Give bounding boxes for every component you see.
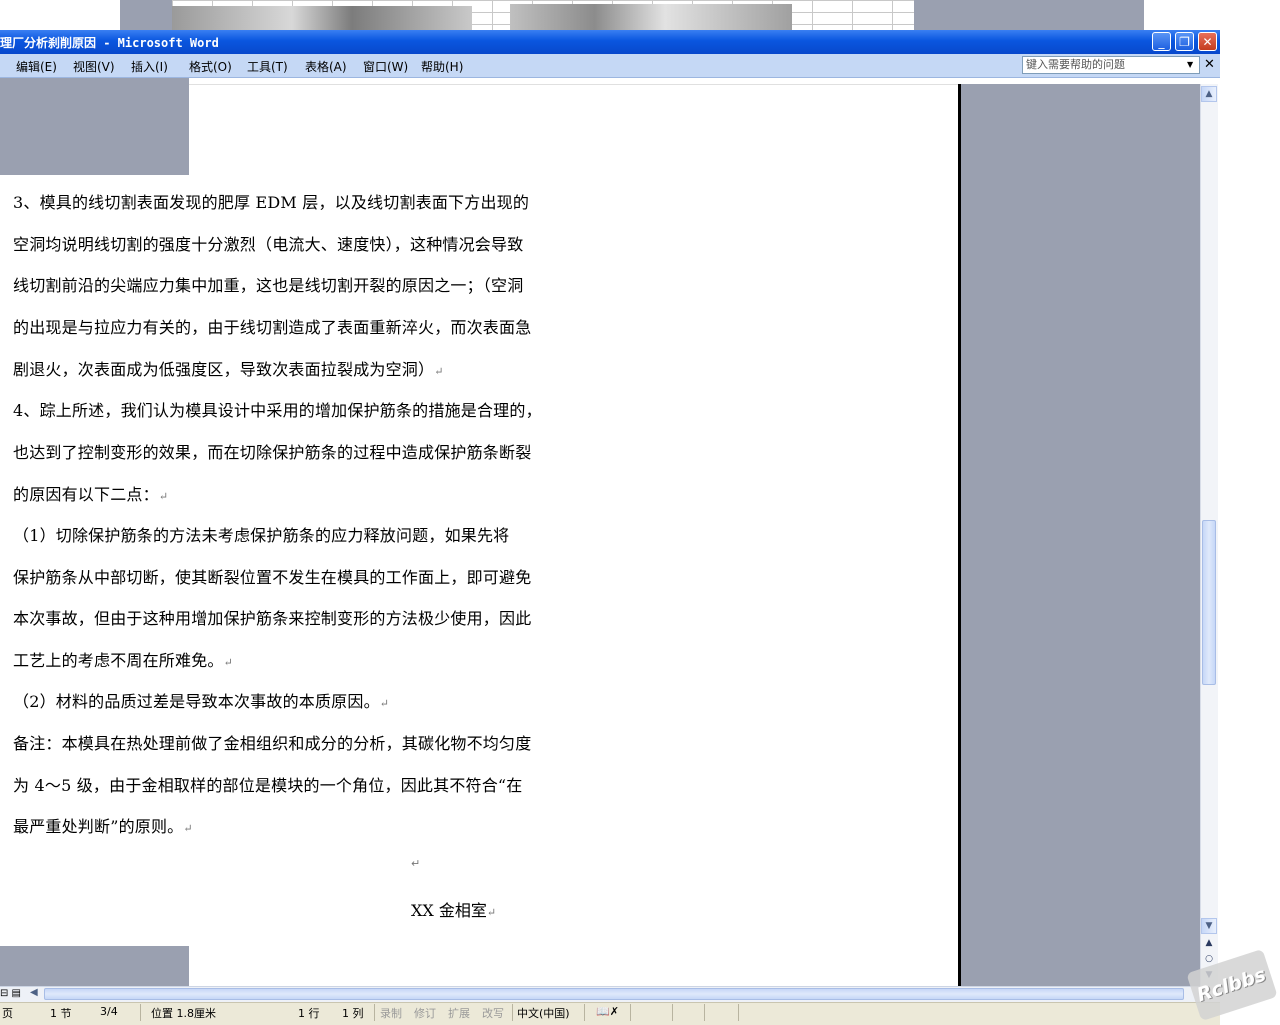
document-line: 工艺上的考虑不周在所难免。↵ [13,651,234,670]
status-separator [738,1004,739,1021]
signature-line: XX 金相室↵ [411,901,497,920]
status-position: 位置 1.8厘米 [151,1007,216,1020]
document-line: 剧退火，次表面成为低强度区，导致次表面拉裂成为空洞）↵ [13,360,444,379]
status-record[interactable]: 录制 [380,1005,402,1021]
menu-tools[interactable]: 工具(T) [247,58,288,75]
status-column: 1 列 [342,1007,364,1020]
menu-view[interactable]: 视图(V) [73,58,115,75]
background-photo [510,4,792,30]
document-line: 3、模具的线切割表面发现的肥厚 EDM 层，以及线切割表面下方出现的 [13,193,530,212]
background-photo [172,6,472,30]
help-search-input[interactable]: 键入需要帮助的问题 [1022,56,1200,74]
menu-format[interactable]: 格式(O) [189,58,232,75]
close-button[interactable]: ✕ [1198,32,1217,51]
status-line: 1 行 [298,1007,320,1020]
background-gray-panel [120,0,172,30]
document-close-icon[interactable]: ✕ [1204,57,1215,72]
status-overtype[interactable]: 改写 [482,1005,504,1021]
title-bar[interactable]: 理厂分析刹削原因 - Microsoft Word _ ❐ ✕ [0,30,1220,54]
workspace-background [961,84,1200,986]
status-separator [140,1004,141,1021]
document-line: 备注：本模具在热处理前做了金相组织和成分的分析，其碳化物不均匀度 [13,734,532,753]
document-line: 保护筋条从中部切断，使其断裂位置不发生在模具的工作面上，即可避免 [13,568,532,587]
status-separator [704,1004,705,1021]
restore-button[interactable]: ❐ [1175,32,1194,51]
status-separator [584,1004,585,1021]
status-separator [672,1004,673,1021]
page-gap-bottom [0,946,189,986]
status-track-changes[interactable]: 修订 [414,1005,436,1021]
menu-edit[interactable]: 编辑(E) [16,58,57,75]
menu-bar: 编辑(E) 视图(V) 插入(I) 格式(O) 工具(T) 表格(A) 窗口(W… [0,54,1220,78]
scroll-up-arrow-icon[interactable]: ▲ [1201,86,1217,102]
scroll-left-arrow-icon[interactable]: ◀ [30,987,38,998]
menu-help[interactable]: 帮助(H) [421,58,463,75]
paragraph-mark: ↵ [158,490,169,503]
status-separator [512,1004,513,1021]
document-line: 最严重处判断”的原则。↵ [13,817,193,836]
spelling-check-icon[interactable]: 📖✗ [596,1005,619,1018]
vertical-scroll-thumb[interactable] [1202,520,1216,685]
paragraph-mark: ↵ [223,656,234,669]
status-pages: 3/4 [100,1005,118,1018]
document-line: 4、踪上所述，我们认为模具设计中采用的增加保护筋条的措施是合理的， [13,401,542,420]
background-gray-panel [914,0,1144,30]
menu-window[interactable]: 窗口(W) [363,58,408,75]
minimize-button[interactable]: _ [1152,32,1171,51]
status-language: 中文(中国) [517,1007,570,1020]
document-line: 为 4～5 级，由于金相取样的部位是模块的一个角位，因此其不符合“在 [13,776,523,795]
document-line: 线切割前沿的尖端应力集中加重，这也是线切割开裂的原因之一；（空洞 [13,276,524,295]
document-line: 的出现是与拉应力有关的，由于线切割造成了表面重新淬火，而次表面急 [13,318,532,337]
paragraph-mark: ↵ [434,365,444,378]
paragraph-mark: ↵ [411,857,421,870]
status-page: 页 [2,1007,13,1020]
window-title: 理厂分析刹削原因 - Microsoft Word [0,36,219,50]
document-line: 也达到了控制变形的效果，而在切除保护筋条的过程中造成保护筋条断裂 [13,443,532,462]
view-mode-icons[interactable]: ⊟ ▤ [0,988,21,999]
status-section: 1 节 [50,1007,72,1020]
page-gap-top [0,78,189,175]
menu-insert[interactable]: 插入(I) [131,58,168,75]
paragraph-mark: ↵ [379,697,390,710]
scroll-down-arrow-icon[interactable]: ▼ [1201,918,1217,934]
document-line: 空洞均说明线切割的强度十分激烈（电流大、速度快），这种情况会导致 [13,235,524,254]
dropdown-arrow-icon[interactable]: ▼ [1187,60,1193,69]
document-line: 的原因有以下二点：↵ [13,485,169,504]
status-extend[interactable]: 扩展 [448,1005,470,1021]
horizontal-scroll-thumb[interactable] [44,988,1184,1000]
menu-table[interactable]: 表格(A) [305,58,347,75]
status-separator [630,1004,631,1021]
document-line: 本次事故，但由于这种用增加保护筋条来控制变形的方法极少使用，因此 [13,609,532,628]
previous-page-icon[interactable]: ▲ [1202,936,1216,950]
paragraph-mark: ↵ [486,906,497,919]
document-line: （1）切除保护筋条的方法未考虑保护筋条的应力释放问题，如果先将 [13,526,510,545]
status-separator [374,1004,375,1021]
paragraph-mark: ↵ [183,822,193,835]
document-line: （2）材料的品质过差是导致本次事故的本质原因。↵ [13,692,390,711]
